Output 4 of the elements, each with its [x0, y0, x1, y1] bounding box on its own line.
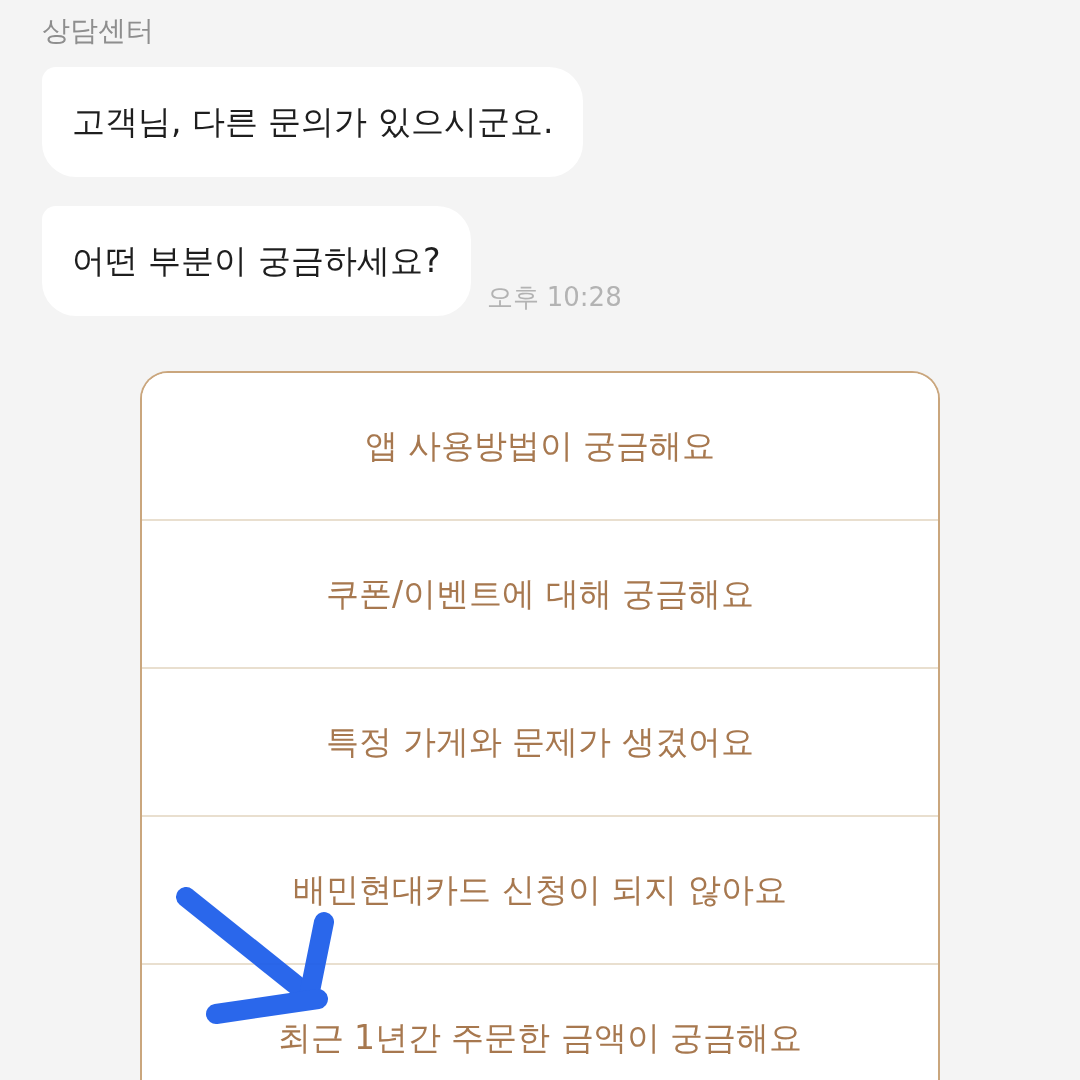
sender-name: 상담센터: [42, 13, 154, 49]
message-bubble: 어떤 부분이 궁금하세요?: [42, 206, 471, 316]
message-bubble: 고객님, 다른 문의가 있으시군요.: [42, 67, 584, 177]
message-time: 오후 10:28: [486, 282, 622, 312]
